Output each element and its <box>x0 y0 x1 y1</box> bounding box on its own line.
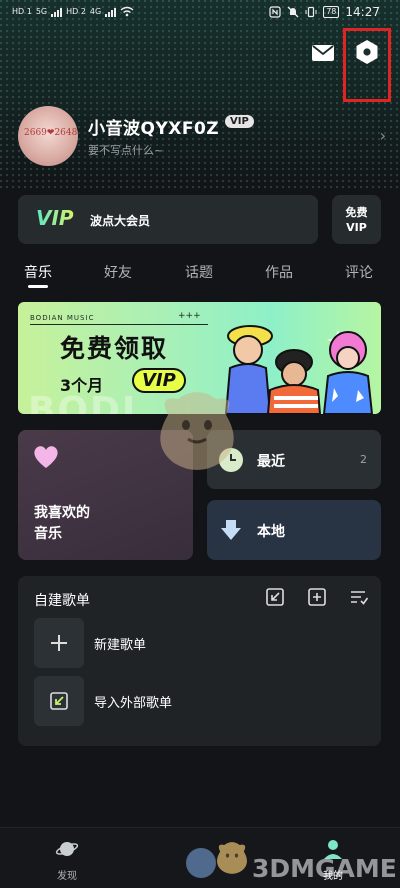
free-vip-line1: 免费 <box>345 205 368 219</box>
status-bar: HD 1 5G HD 2 4G 78 14:27 <box>0 0 400 26</box>
mute-icon <box>287 6 299 18</box>
avatar[interactable]: 2669❤2648 <box>18 106 78 166</box>
profile-tabs: 音乐 好友 话题 作品 评论 <box>0 258 400 288</box>
sim2-label: HD 2 <box>66 7 86 16</box>
wifi-icon <box>120 6 134 17</box>
tab-comments[interactable]: 评论 <box>345 262 373 282</box>
status-right: 78 14:27 <box>269 5 380 19</box>
mascot-watermark-icon-2 <box>217 842 247 874</box>
banner-divider <box>30 324 208 325</box>
plus-icon <box>51 635 67 651</box>
planet-icon <box>55 842 79 856</box>
local-label: 本地 <box>257 524 285 540</box>
favorites-label-line1: 我喜欢的 <box>34 505 90 521</box>
new-playlist-tile <box>34 618 84 668</box>
manage-list-icon[interactable] <box>349 587 369 607</box>
tab-topics[interactable]: 话题 <box>185 262 213 282</box>
username: 小音波QYXF0Z <box>88 119 220 139</box>
mascot-watermark-icon <box>160 392 234 470</box>
sim1-label: HD 1 <box>12 7 32 16</box>
playlists-actions <box>265 587 369 607</box>
signal-icon-2 <box>105 7 117 17</box>
banner-dots: +++ <box>178 311 201 321</box>
tab-friends[interactable]: 好友 <box>104 262 132 282</box>
vip-membership-label: 波点大会员 <box>90 214 151 228</box>
vip-badge: VIP <box>225 115 254 128</box>
battery-icon: 78 <box>323 6 340 18</box>
playlists-title: 自建歌单 <box>34 593 90 609</box>
import-playlist-tile <box>34 676 84 726</box>
free-vip-line2: VIP <box>346 220 367 234</box>
sim2-network: 4G <box>89 7 102 16</box>
nfc-icon <box>269 6 281 18</box>
recent-count: 2 <box>360 453 367 466</box>
banner-title: 免费领取 <box>60 334 169 363</box>
network-indicators: HD 1 5G HD 2 4G <box>12 6 134 17</box>
active-tab-indicator <box>28 285 48 288</box>
mail-button[interactable] <box>310 40 336 66</box>
banner-subtitle: 3个月 <box>60 376 104 395</box>
signal-icon <box>51 7 63 17</box>
nav-discover[interactable]: 发现 <box>50 838 84 882</box>
import-icon[interactable] <box>265 587 285 607</box>
settings-button[interactable] <box>353 38 381 66</box>
vip-logo: VIP <box>36 206 74 230</box>
banner-brand: BODIAN MUSIC <box>30 314 95 322</box>
mail-icon <box>312 45 334 61</box>
local-card[interactable]: 本地 <box>207 500 381 560</box>
profile-bio: 要不写点什么~ <box>88 144 164 157</box>
nav-discover-label: 发现 <box>57 871 77 882</box>
settings-hexagon-icon <box>356 40 378 64</box>
heart-icon <box>34 446 58 468</box>
avatar-text: 2669❤2648 <box>24 128 78 138</box>
import-playlist-label: 导入外部歌单 <box>94 696 173 711</box>
watermark-text: 3DMGAME <box>252 854 397 883</box>
playlists-panel: 自建歌单 新建歌单 导入外部歌单 <box>18 576 381 746</box>
chevron-right-icon: › <box>379 126 386 145</box>
free-vip-button[interactable]: 免费 VIP <box>332 195 381 244</box>
new-playlist-label: 新建歌单 <box>94 638 147 653</box>
favorites-label: 我喜欢的 音乐 <box>34 503 134 545</box>
vip-membership-bar[interactable]: VIP 波点大会员 <box>18 195 318 244</box>
import-external-icon <box>50 692 68 710</box>
favorites-label-line2: 音乐 <box>34 526 62 542</box>
import-playlist-row[interactable]: 导入外部歌单 <box>34 676 364 726</box>
tab-music[interactable]: 音乐 <box>24 262 52 282</box>
sim1-network: 5G <box>35 7 48 16</box>
vibrate-icon <box>305 6 317 18</box>
download-icon <box>221 520 241 540</box>
add-icon[interactable] <box>307 587 327 607</box>
clock: 14:27 <box>345 5 380 19</box>
profile-row[interactable]: 2669❤2648 小音波QYXF0Z VIP 要不写点什么~ › <box>18 106 388 166</box>
recent-label: 最近 <box>257 454 285 470</box>
new-playlist-row[interactable]: 新建歌单 <box>34 618 364 668</box>
tab-works[interactable]: 作品 <box>265 262 293 282</box>
